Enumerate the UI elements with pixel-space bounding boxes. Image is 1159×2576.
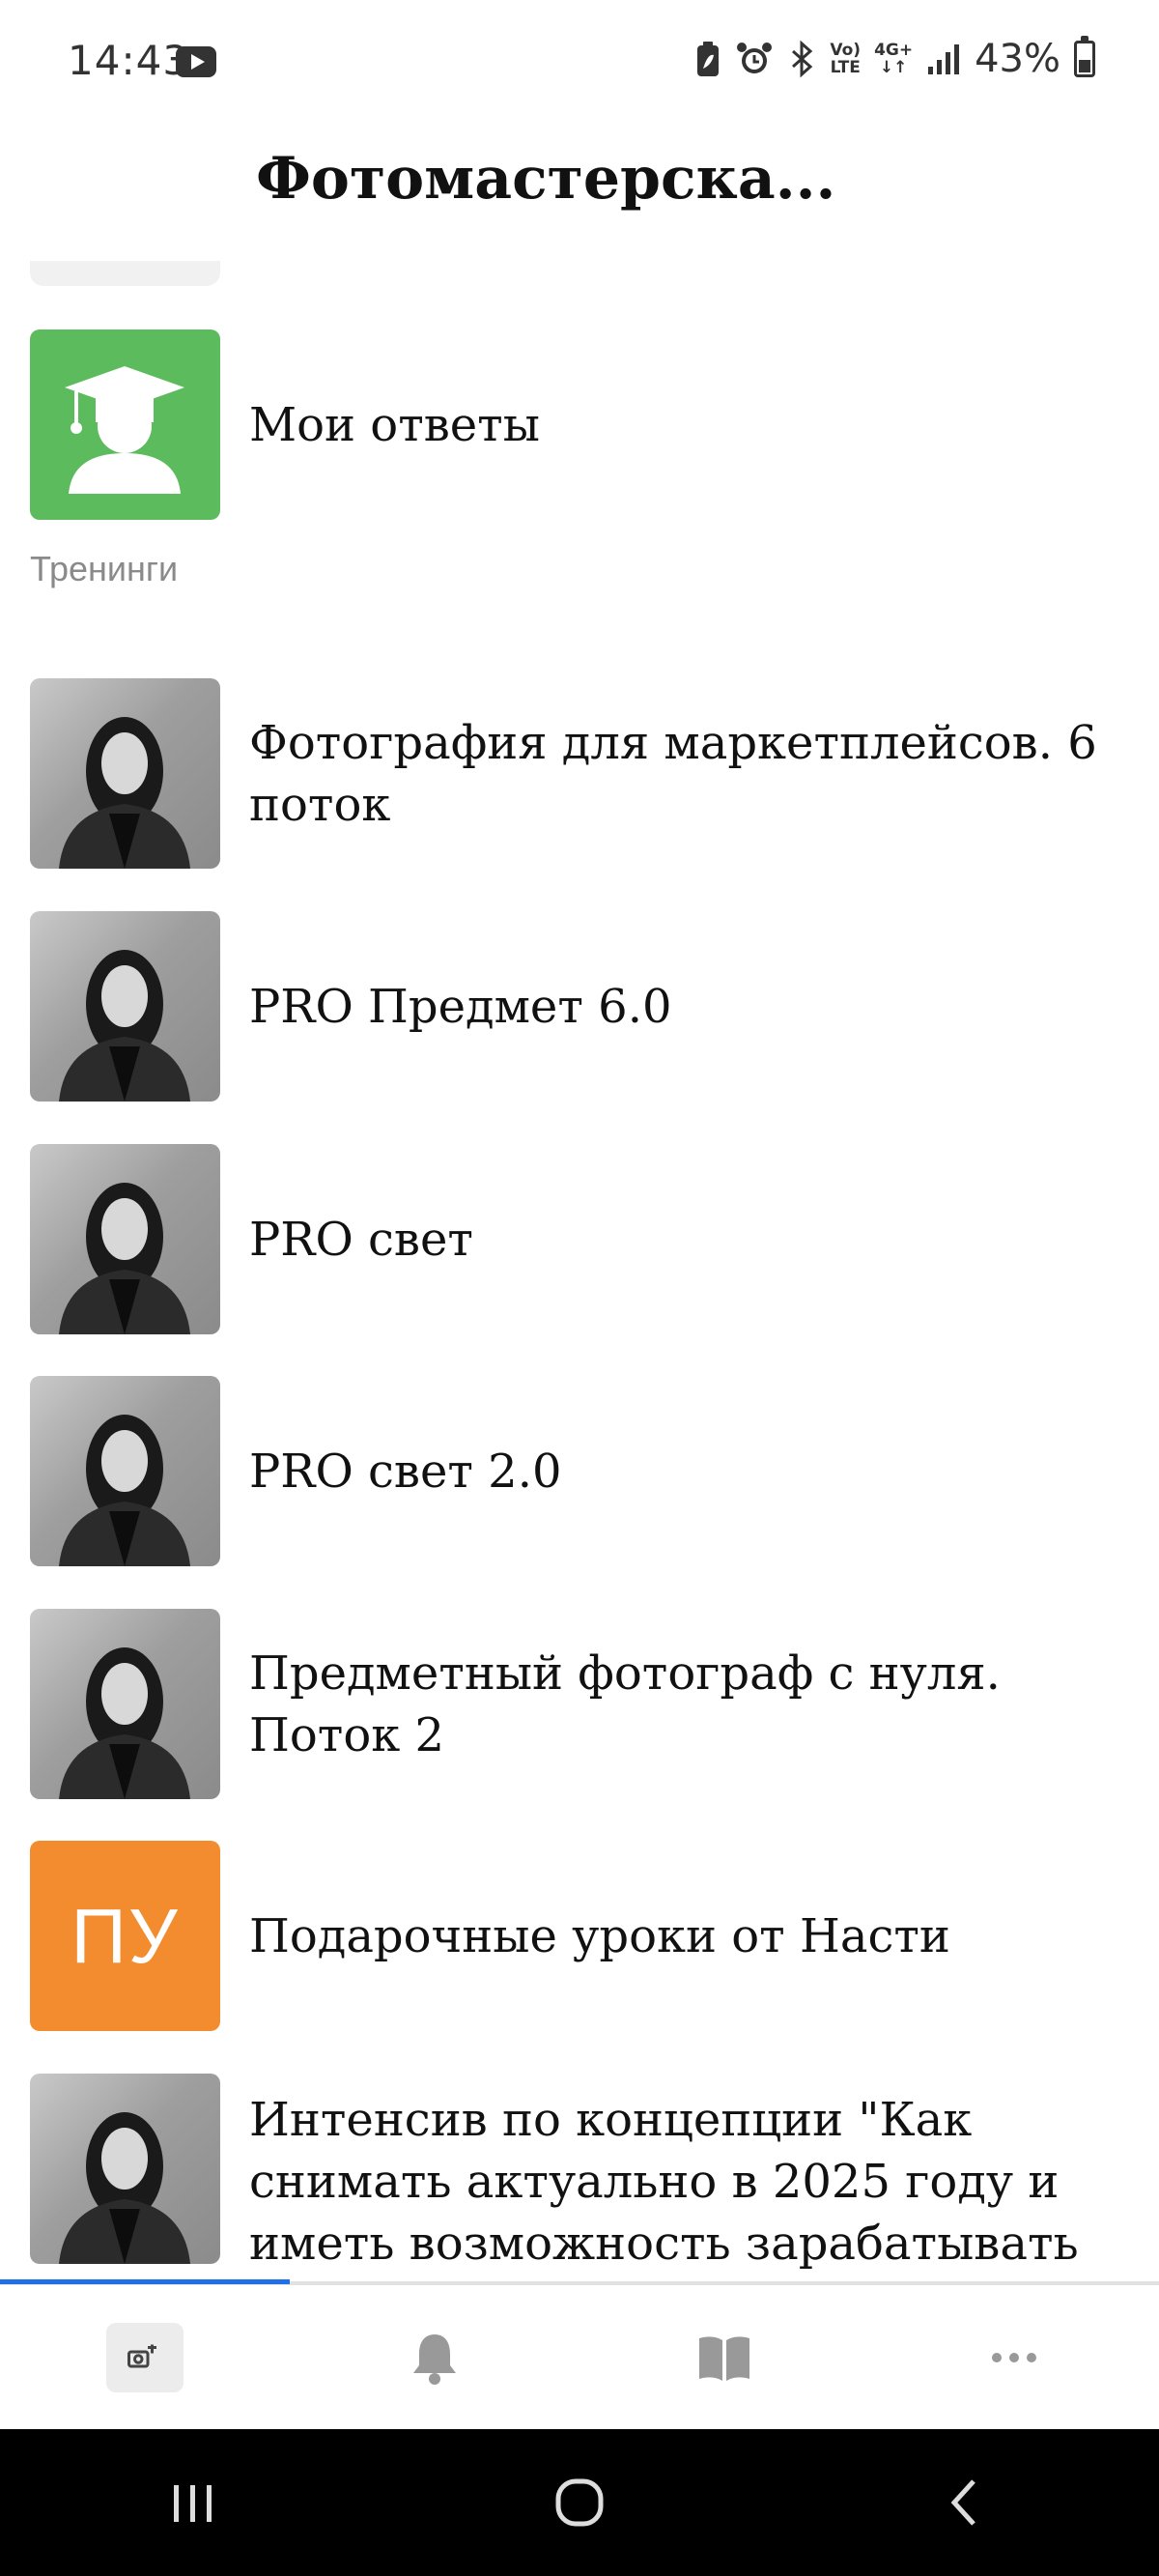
- nav-more[interactable]: [869, 2285, 1159, 2429]
- course-thumbnail: [30, 911, 220, 1102]
- list-item-label: Подарочные уроки от Насти: [249, 1908, 950, 1963]
- page-title: Фотомастерска...: [256, 145, 836, 213]
- back-icon: [950, 2479, 975, 2526]
- course-thumbnail: [30, 1376, 220, 1566]
- network-type-icon: 4G+ ↓↑: [874, 41, 914, 77]
- list-item-label: Мои ответы: [249, 397, 540, 452]
- recents-button[interactable]: [0, 2429, 386, 2576]
- list-item-training[interactable]: PRO свет 2.0: [0, 1376, 1159, 1569]
- list-item-training[interactable]: PRO Предмет 6.0: [0, 911, 1159, 1104]
- list-item-training[interactable]: Предметный фотограф с нуля. Поток 2: [0, 1609, 1159, 1802]
- status-time: 14:43: [68, 37, 190, 84]
- battery-saver-icon: [697, 42, 720, 76]
- more-icon: [992, 2352, 1036, 2362]
- content-list[interactable]: Мои ответы Тренинги Фотография для марке…: [0, 251, 1159, 2280]
- back-button[interactable]: [773, 2429, 1159, 2576]
- list-item-my-answers[interactable]: Мои ответы: [0, 329, 1159, 523]
- course-thumbnail: [30, 678, 220, 869]
- alarm-icon: [737, 43, 773, 73]
- nav-notifications[interactable]: [290, 2285, 580, 2429]
- list-item-label: PRO свет 2.0: [249, 1444, 562, 1499]
- system-navigation-bar: [0, 2429, 1159, 2576]
- volte-icon: Vo) LTE: [830, 41, 862, 77]
- app-header: Фотомастерска...: [0, 126, 1159, 251]
- battery-percent: 43%: [975, 37, 1060, 81]
- status-icons: Vo) LTE 4G+ ↓↑ 43%: [694, 36, 1095, 81]
- course-thumbnail: [30, 1144, 220, 1334]
- recents-icon: [174, 2485, 212, 2522]
- partially-hidden-item[interactable]: [30, 261, 220, 286]
- section-label-trainings: Тренинги: [30, 549, 179, 588]
- status-bar: 14:43 Vo) LTE 4G+ ↓↑ 43%: [0, 0, 1159, 126]
- nav-home-active[interactable]: [106, 2322, 184, 2392]
- list-item-training[interactable]: Фотография для маркетплейсов. 6 поток: [0, 678, 1159, 872]
- list-item-label: PRO Предмет 6.0: [249, 979, 672, 1034]
- list-item-label: PRO свет: [249, 1212, 473, 1267]
- home-circle-icon: [555, 2478, 604, 2527]
- course-initials: ПУ: [71, 1892, 180, 1979]
- list-item-label: Фотография для маркетплейсов. 6 поток: [249, 715, 1097, 832]
- signal-icon: [928, 44, 960, 74]
- bluetooth-icon: [792, 40, 813, 78]
- home-icon: [127, 2344, 156, 2367]
- nav-home[interactable]: [0, 2285, 290, 2429]
- home-system-button[interactable]: [386, 2429, 773, 2576]
- course-thumbnail: [30, 1609, 220, 1799]
- youtube-icon: [176, 46, 216, 77]
- bell-icon: [413, 2333, 456, 2385]
- graduate-icon: [30, 329, 220, 520]
- list-item-training[interactable]: ПУ Подарочные уроки от Насти: [0, 1841, 1159, 2034]
- list-item-label: Предметный фотограф с нуля. Поток 2: [249, 1646, 1001, 1762]
- list-item-training[interactable]: PRO свет: [0, 1144, 1159, 1337]
- list-item-training[interactable]: Интенсив по концепции "Как снимать актуа…: [0, 2074, 1159, 2280]
- list-item-label: Интенсив по концепции "Как снимать актуа…: [249, 2093, 1079, 2280]
- course-thumbnail: [30, 2074, 220, 2264]
- bottom-navigation: [0, 2284, 1159, 2429]
- battery-icon: [1074, 36, 1095, 77]
- course-initials-tile: ПУ: [30, 1841, 220, 2031]
- book-icon: [699, 2335, 749, 2381]
- nav-library[interactable]: [580, 2285, 869, 2429]
